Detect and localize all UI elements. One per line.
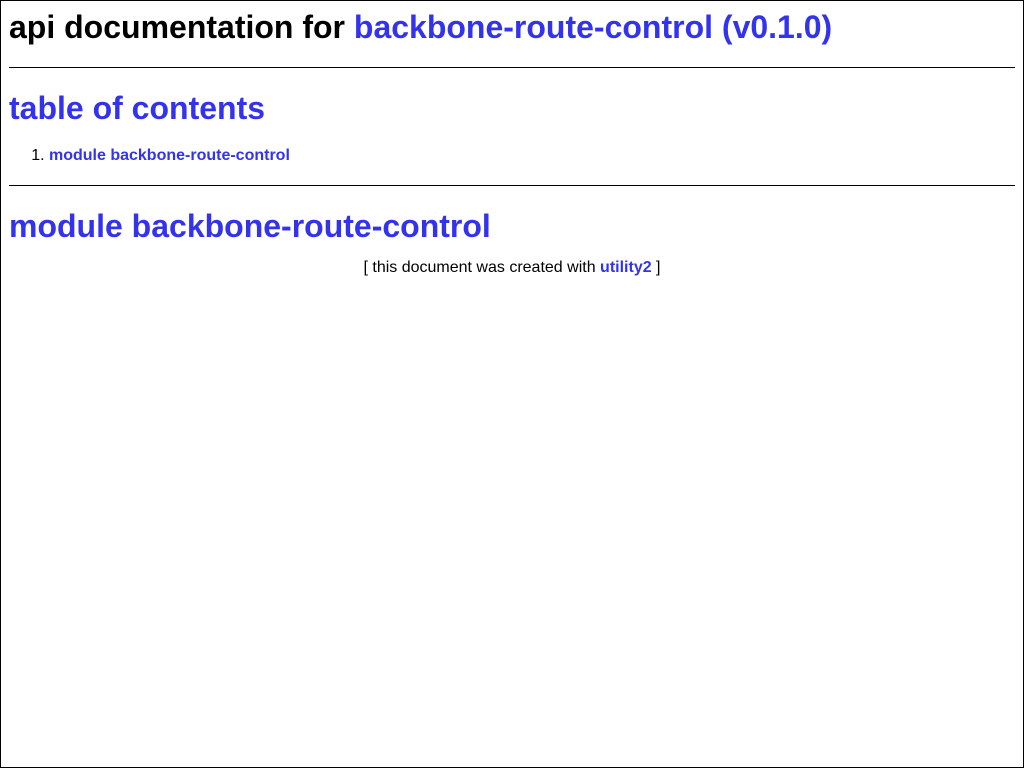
footer-suffix: ] <box>651 259 661 276</box>
toc-title: table of contents <box>9 90 266 126</box>
module-title: module backbone-route-control <box>9 208 491 244</box>
divider <box>9 67 1015 68</box>
package-link[interactable]: backbone-route-control (v0.1.0) <box>354 9 832 45</box>
page-title: api documentation for backbone-route-con… <box>9 1 1015 46</box>
utility2-link[interactable]: utility2 <box>600 259 652 276</box>
toc-item: module backbone-route-control <box>49 146 1015 166</box>
page-title-prefix: api documentation for <box>9 9 354 45</box>
toc-link-module[interactable]: module backbone-route-control <box>49 147 290 164</box>
footer-credit: [ this document was created with utility… <box>9 258 1015 278</box>
documentation-page: api documentation for backbone-route-con… <box>0 0 1024 768</box>
toc-list: module backbone-route-control <box>9 146 1015 166</box>
divider <box>9 185 1015 186</box>
footer-prefix: [ this document was created with <box>363 259 601 276</box>
